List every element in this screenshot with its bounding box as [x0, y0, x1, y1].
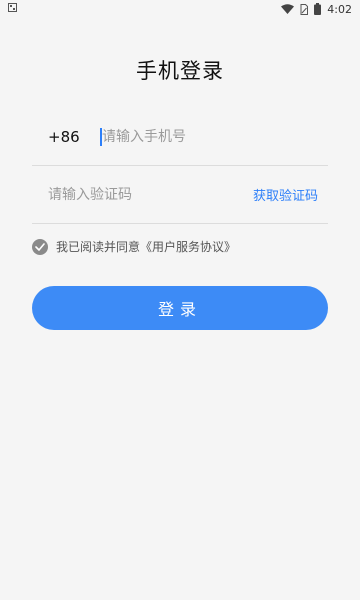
status-right: 4:02 [281, 3, 352, 16]
code-field-wrap [32, 166, 253, 223]
battery-icon [314, 3, 322, 15]
agreement-text[interactable]: 我已阅读并同意《用户服务协议》 [56, 238, 236, 255]
status-bar: 4:02 [0, 0, 360, 18]
status-left [8, 3, 17, 15]
country-code[interactable]: +86 [32, 128, 86, 146]
code-row: 获取验证码 [32, 166, 328, 224]
agreement-row: 我已阅读并同意《用户服务协议》 [32, 238, 236, 255]
login-button[interactable]: 登录 [32, 286, 328, 330]
sim-icon [300, 3, 309, 15]
check-icon[interactable] [32, 238, 48, 255]
phone-field-wrap [86, 108, 328, 165]
notification-icon [8, 3, 17, 15]
phone-row: +86 [32, 108, 328, 166]
phone-input[interactable] [86, 108, 328, 165]
status-time: 4:02 [327, 2, 352, 16]
get-code-button[interactable]: 获取验证码 [253, 185, 328, 204]
text-cursor [100, 128, 102, 146]
verification-code-input[interactable] [32, 166, 253, 223]
page-title: 手机登录 [136, 59, 224, 83]
wifi-icon [281, 4, 295, 14]
login-screen: 4:02 手机登录 +86 获取验证码 我已阅读并同意《用户服务协议》 登录 [0, 0, 360, 600]
